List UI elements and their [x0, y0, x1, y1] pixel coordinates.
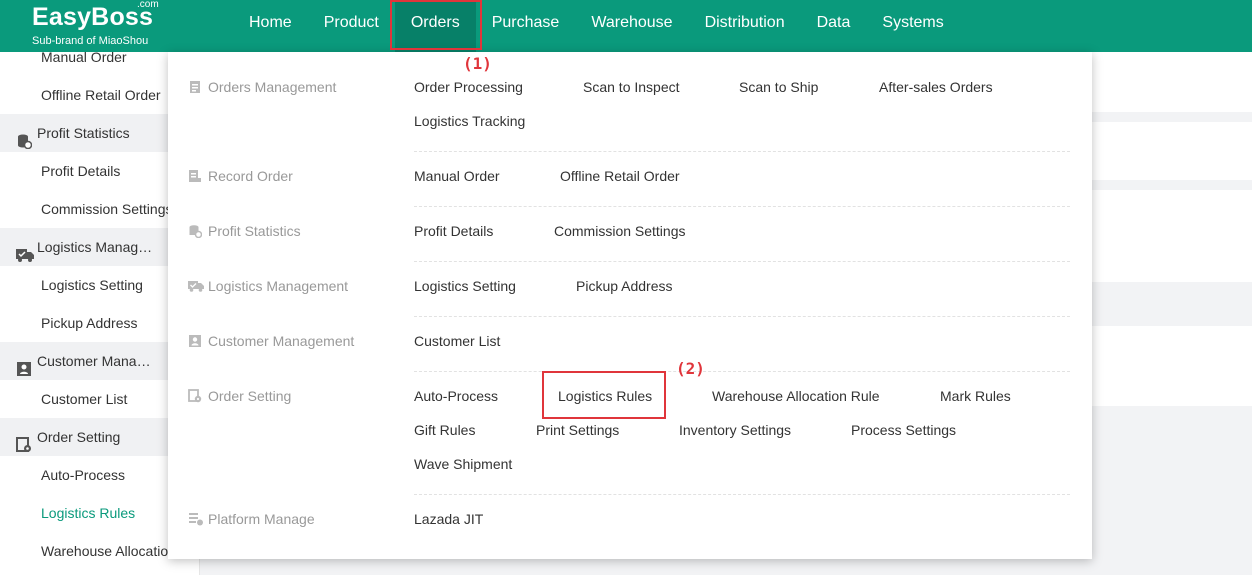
link-process-settings[interactable]: Process Settings: [851, 422, 956, 438]
logo-subtitle: Sub-brand of MiaoShou: [32, 35, 149, 47]
category-label: Logistics Management: [208, 278, 349, 294]
link-customer-list[interactable]: Customer List: [414, 333, 500, 349]
contacts-icon: [188, 334, 202, 348]
link-print-settings[interactable]: Print Settings: [536, 422, 619, 438]
link-order-processing[interactable]: Order Processing: [414, 79, 523, 95]
order-gear-icon: [188, 389, 202, 403]
orders-dropdown-menu: Orders Management Order Processing Scan …: [168, 52, 1092, 559]
category-label: Profit Statistics: [208, 223, 301, 239]
nav-home[interactable]: Home: [233, 0, 308, 52]
annotation-label-1: (1): [463, 54, 492, 73]
main-nav: Home Product Orders Purchase Warehouse D…: [233, 0, 960, 52]
category-label: Orders Management: [208, 79, 337, 95]
category-order-setting: Order Setting: [188, 388, 291, 404]
truck-icon: [16, 239, 34, 262]
nav-product[interactable]: Product: [308, 0, 395, 52]
category-profit-statistics: Profit Statistics: [188, 223, 301, 239]
link-logistics-tracking[interactable]: Logistics Tracking: [414, 113, 525, 129]
link-inventory-settings[interactable]: Inventory Settings: [679, 422, 791, 438]
clipboard-icon: [188, 80, 202, 94]
annotation-label-2: (2): [676, 359, 705, 378]
divider: [414, 151, 1070, 152]
category-label: Record Order: [208, 168, 293, 184]
link-warehouse-allocation-rule[interactable]: Warehouse Allocation Rule: [712, 388, 880, 404]
category-customer-management: Customer Management: [188, 333, 354, 349]
nav-distribution[interactable]: Distribution: [689, 0, 801, 52]
category-label: Platform Manage: [208, 511, 315, 527]
category-platform-manage: Platform Manage: [188, 511, 315, 527]
link-profit-details[interactable]: Profit Details: [414, 223, 493, 239]
sidebar-group-label: Profit Statistics: [37, 125, 130, 141]
link-pickup-address[interactable]: Pickup Address: [576, 278, 673, 294]
category-logistics-management: Logistics Management: [188, 278, 348, 294]
link-commission-settings[interactable]: Commission Settings: [554, 223, 686, 239]
category-label: Customer Management: [208, 333, 355, 349]
category-record-order: Record Order: [188, 168, 293, 184]
record-icon: [188, 169, 202, 183]
top-nav-bar: EasyBoss .com Sub-brand of MiaoShou Home…: [0, 0, 1252, 52]
category-orders-management: Orders Management: [188, 79, 336, 95]
annotation-box-logistics-rules: [542, 371, 666, 419]
link-manual-order[interactable]: Manual Order: [414, 168, 500, 184]
link-scan-to-inspect[interactable]: Scan to Inspect: [583, 79, 680, 95]
link-mark-rules[interactable]: Mark Rules: [940, 388, 1011, 404]
link-logistics-setting[interactable]: Logistics Setting: [414, 278, 516, 294]
easyboss-logo[interactable]: EasyBoss .com Sub-brand of MiaoShou: [32, 0, 159, 48]
truck-icon: [188, 279, 204, 293]
coins-icon: [16, 125, 33, 150]
link-auto-process[interactable]: Auto-Process: [414, 388, 498, 404]
platform-icon: [188, 512, 203, 526]
annotation-box-orders: [390, 0, 482, 50]
coins-icon: [188, 224, 203, 239]
logo-domain: .com: [137, 0, 159, 10]
sidebar-group-label: Customer Mana…: [37, 353, 151, 369]
link-lazada-jit[interactable]: Lazada JIT: [414, 511, 483, 527]
nav-warehouse[interactable]: Warehouse: [575, 0, 688, 52]
sidebar-group-label: Logistics Manag…: [37, 239, 153, 255]
link-offline-retail-order[interactable]: Offline Retail Order: [560, 168, 680, 184]
order-gear-icon: [16, 429, 32, 452]
category-label: Order Setting: [208, 388, 292, 404]
link-wave-shipment[interactable]: Wave Shipment: [414, 456, 512, 472]
divider: [414, 371, 1070, 372]
divider: [414, 261, 1070, 262]
sidebar-group-label: Order Setting: [37, 429, 121, 445]
link-scan-to-ship[interactable]: Scan to Ship: [739, 79, 818, 95]
logo-title: EasyBoss: [32, 3, 154, 31]
nav-systems[interactable]: Systems: [866, 0, 959, 52]
link-after-sales-orders[interactable]: After-sales Orders: [879, 79, 993, 95]
divider: [414, 316, 1070, 317]
nav-purchase[interactable]: Purchase: [476, 0, 576, 52]
divider: [414, 206, 1070, 207]
contacts-icon: [16, 353, 32, 376]
divider: [414, 494, 1070, 495]
nav-data[interactable]: Data: [801, 0, 867, 52]
link-gift-rules[interactable]: Gift Rules: [414, 422, 475, 438]
